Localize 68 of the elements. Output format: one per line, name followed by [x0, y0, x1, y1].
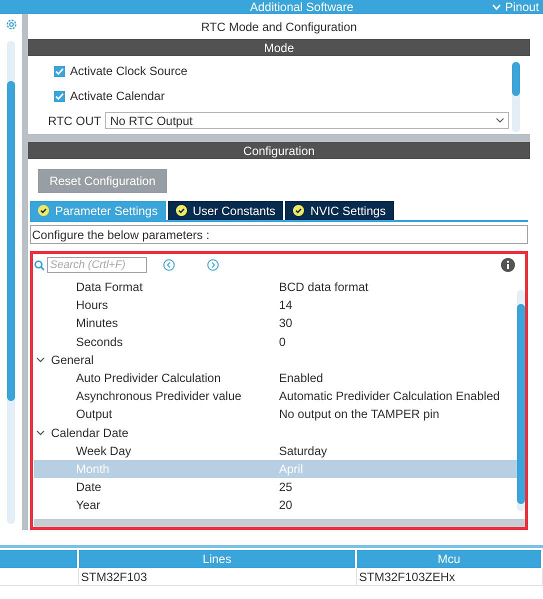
tab[interactable]: User Constants	[168, 201, 284, 220]
next-button[interactable]	[207, 259, 219, 271]
checkbox[interactable]	[54, 66, 65, 76]
parameter-row[interactable]: Week Day Saturday	[34, 442, 517, 460]
hint-text: Configure the below parameters :	[30, 225, 528, 244]
scrollbar-thumb[interactable]	[7, 81, 15, 401]
parameter-name: Date	[75, 480, 102, 494]
parameter-name: Month	[75, 462, 110, 476]
field-label: RTC OUT	[48, 114, 102, 128]
scrollbar-thumb[interactable]	[512, 62, 520, 96]
parameter-row[interactable]: Seconds 0	[34, 332, 517, 351]
scrollbar-track[interactable]	[7, 41, 15, 524]
parameter-value: 14	[279, 298, 292, 312]
section-header: Configuration	[28, 142, 530, 159]
dropdown[interactable]: No RTC Output	[105, 112, 510, 129]
check-circle-icon	[38, 205, 49, 216]
parameter-value: Enabled	[279, 371, 324, 386]
horizontal-scrollbar[interactable]	[34, 519, 525, 527]
table-header: Mcu	[357, 550, 543, 568]
tab[interactable]: NVIC Settings	[285, 201, 394, 220]
parameter-name: Minutes	[75, 316, 120, 330]
info-icon[interactable]	[501, 258, 515, 272]
parameter-name: Data Format	[75, 280, 144, 294]
group-row[interactable]: Calendar Date	[34, 424, 517, 442]
checkbox[interactable]	[54, 90, 65, 102]
table-cell: STM32F103ZEHx	[357, 568, 543, 586]
parameter-value: April	[279, 462, 304, 476]
section-header: Mode	[28, 39, 530, 56]
parameter-value: 30	[279, 316, 292, 330]
parameter-value: 25	[279, 480, 292, 494]
table-cell: STM32F103	[79, 568, 357, 586]
parameter-value: No output on the TAMPER pin	[279, 407, 440, 422]
panel-title: RTC Mode and Configuration	[28, 14, 530, 39]
parameter-value: Saturday	[279, 444, 328, 458]
parameter-value: Automatic Predivider Calculation Enabled	[279, 389, 500, 404]
parameter-name: Auto Predivider Calculation	[75, 371, 222, 386]
table-header: Lines	[79, 550, 357, 568]
parameter-name: Hours	[75, 298, 110, 312]
checkbox-label: Activate Clock Source	[70, 64, 188, 78]
parameter-name: Week Day	[75, 444, 132, 458]
parameter-value: 20	[279, 498, 292, 512]
parameter-row[interactable]: Data Format BCD data format	[34, 278, 517, 296]
checkbox-label: Activate Calendar	[70, 89, 165, 103]
search-icon	[34, 260, 45, 270]
group-row[interactable]: General	[34, 350, 517, 369]
previous-button[interactable]	[163, 259, 175, 271]
parameter-name: Year	[75, 498, 102, 512]
parameter-row[interactable]: Date 25	[34, 478, 517, 496]
check-circle-icon	[176, 205, 187, 216]
parameter-row[interactable]: Minutes 30	[34, 314, 517, 333]
chevron-icon[interactable]	[36, 428, 45, 438]
parameter-value: 0	[279, 334, 286, 349]
parameter-name: Asynchronous Predivider value	[75, 389, 242, 404]
parameter-value: BCD data format	[279, 280, 368, 294]
parameter-row[interactable]: Auto Predivider Calculation Enabled	[34, 368, 517, 388]
parameter-row[interactable]: Asynchronous Predivider value Automatic Predivider Calculation Enabled	[34, 387, 517, 406]
caret-icon	[496, 118, 504, 123]
parameter-name: Output	[75, 407, 114, 422]
check-circle-icon	[293, 205, 304, 216]
parameter-row[interactable]: Hours 14	[34, 296, 517, 314]
search-field[interactable]: Search (Crtl+F)	[47, 257, 147, 273]
parameter-row[interactable]: Year 20	[34, 496, 517, 514]
settings-icon[interactable]	[4, 18, 18, 31]
chevron-icon	[492, 4, 501, 10]
parameter-name: Seconds	[75, 334, 124, 349]
chevron-icon[interactable]	[36, 355, 45, 364]
parameter-row[interactable]: Output No output on the TAMPER pin	[34, 405, 517, 424]
scrollbar-track[interactable]	[512, 62, 520, 132]
